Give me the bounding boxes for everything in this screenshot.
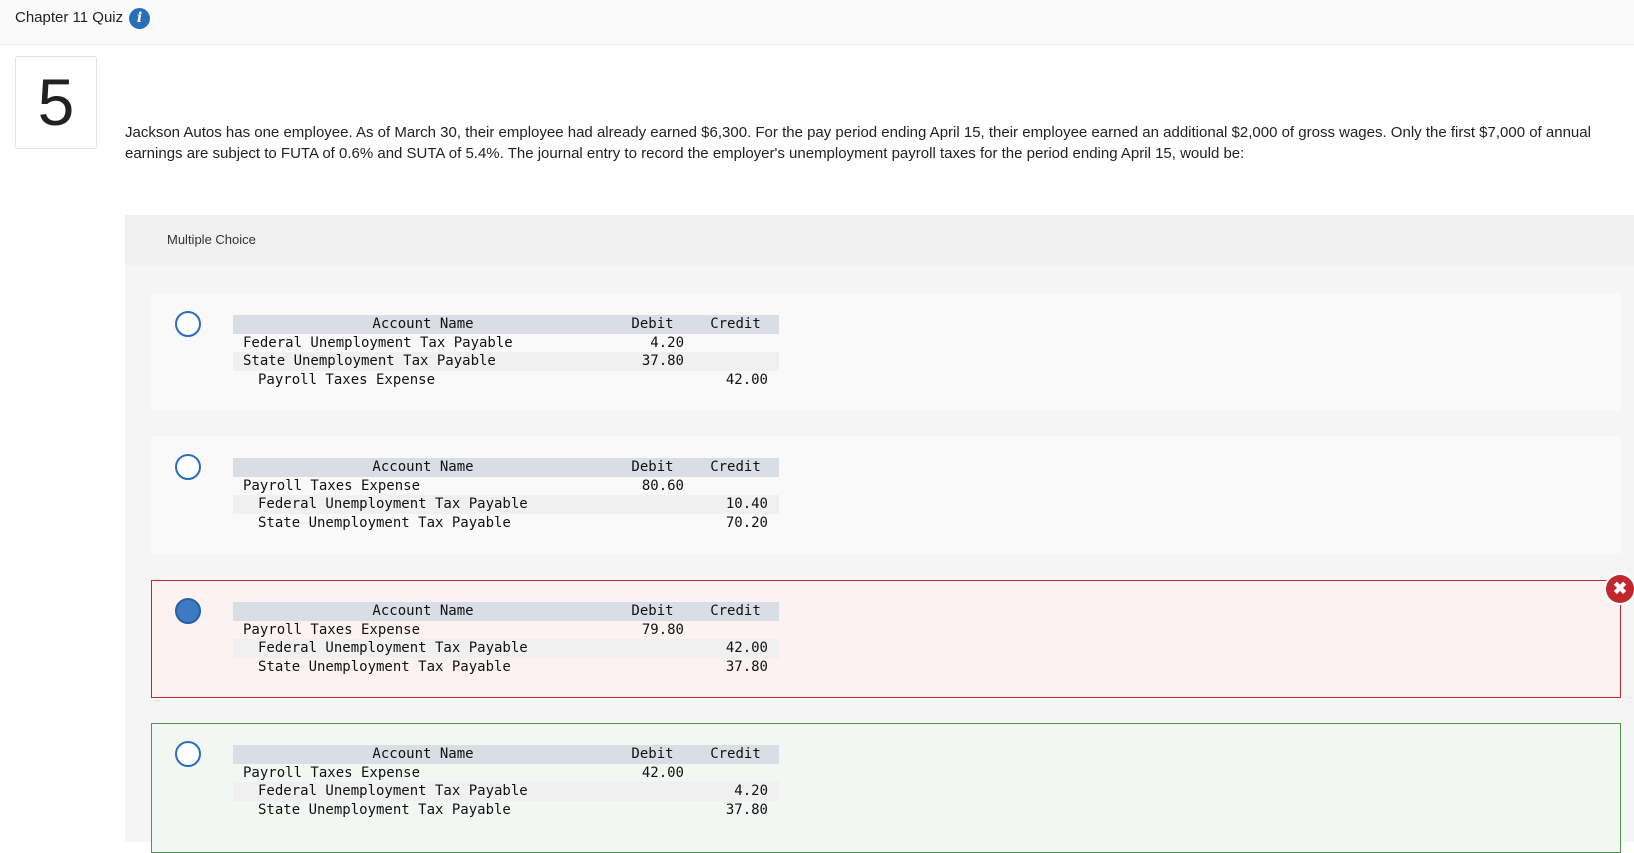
- column-header-credit: Credit: [692, 602, 779, 621]
- radio-button[interactable]: [175, 311, 201, 337]
- table-row: Federal Unemployment Tax Payable 4.20: [233, 334, 779, 353]
- debit-value: [613, 371, 692, 390]
- debit-value: [613, 658, 692, 677]
- account-name: State Unemployment Tax Payable: [258, 658, 511, 675]
- account-name: Payroll Taxes Expense: [243, 621, 421, 638]
- credit-value: 4.20: [692, 782, 779, 801]
- account-name: State Unemployment Tax Payable: [233, 352, 613, 371]
- debit-value: [613, 495, 692, 514]
- journal-entry-table: Account Name Debit Credit Payroll Taxes …: [233, 602, 779, 676]
- table-row: State Unemployment Tax Payable 70.20: [233, 514, 779, 533]
- journal-entry-table: Account Name Debit Credit Payroll Taxes …: [233, 745, 779, 819]
- answer-option-3[interactable]: Account Name Debit Credit Payroll Taxes …: [151, 580, 1621, 698]
- debit-value: 80.60: [641, 477, 684, 494]
- table-header-row: Account Name Debit Credit: [233, 315, 779, 334]
- credit-value: 10.40: [692, 495, 779, 514]
- column-header-account: Account Name: [233, 315, 613, 334]
- column-header-credit: Credit: [692, 315, 779, 334]
- column-header-account: Account Name: [233, 458, 613, 477]
- account-name: Federal Unemployment Tax Payable: [233, 495, 613, 514]
- table-row: Payroll Taxes Expense 80.60: [233, 477, 779, 496]
- credit-value: 70.20: [725, 514, 768, 531]
- table-row: Payroll Taxes Expense 42.00: [233, 371, 779, 390]
- debit-value: 79.80: [641, 621, 684, 638]
- column-header-account: Account Name: [233, 745, 613, 764]
- table-row: Federal Unemployment Tax Payable 10.40: [233, 495, 779, 514]
- table-row: State Unemployment Tax Payable 37.80: [233, 658, 779, 677]
- debit-value: [613, 639, 692, 658]
- answer-type-header: Multiple Choice: [125, 215, 1634, 265]
- answer-type-label: Multiple Choice: [167, 232, 256, 247]
- table-header-row: Account Name Debit Credit: [233, 602, 779, 621]
- account-name: Federal Unemployment Tax Payable: [243, 334, 513, 351]
- journal-entry-table: Account Name Debit Credit Federal Unempl…: [233, 315, 779, 389]
- account-name: Payroll Taxes Expense: [258, 371, 436, 388]
- table-row: Payroll Taxes Expense 42.00: [233, 764, 779, 783]
- credit-value: [692, 477, 779, 496]
- debit-value: [613, 514, 692, 533]
- column-header-debit: Debit: [613, 602, 692, 621]
- table-row: Payroll Taxes Expense 79.80: [233, 621, 779, 640]
- column-header-account: Account Name: [233, 602, 613, 621]
- question-text: Jackson Autos has one employee. As of Ma…: [125, 124, 1591, 162]
- debit-value: [613, 782, 692, 801]
- table-row: State Unemployment Tax Payable 37.80: [233, 352, 779, 371]
- table-header-row: Account Name Debit Credit: [233, 458, 779, 477]
- credit-value: 42.00: [692, 639, 779, 658]
- table-header-row: Account Name Debit Credit: [233, 745, 779, 764]
- close-icon: ✖: [1606, 575, 1634, 603]
- account-name: Payroll Taxes Expense: [243, 477, 421, 494]
- quiz-title: Chapter 11 Quiz: [15, 9, 124, 26]
- credit-value: 37.80: [725, 658, 768, 675]
- info-icon[interactable]: i: [129, 8, 150, 29]
- account-name: Payroll Taxes Expense: [243, 764, 421, 781]
- column-header-debit: Debit: [613, 315, 692, 334]
- answer-option-1[interactable]: Account Name Debit Credit Federal Unempl…: [151, 293, 1621, 411]
- credit-value: 37.80: [725, 801, 768, 818]
- table-row: Federal Unemployment Tax Payable 42.00: [233, 639, 779, 658]
- credit-value: 42.00: [725, 371, 768, 388]
- radio-button-selected[interactable]: [175, 598, 201, 624]
- debit-value: 37.80: [613, 352, 692, 371]
- account-name: State Unemployment Tax Payable: [258, 514, 511, 531]
- table-row: State Unemployment Tax Payable 37.80: [233, 801, 779, 820]
- debit-value: [613, 801, 692, 820]
- answer-option-2[interactable]: Account Name Debit Credit Payroll Taxes …: [151, 436, 1621, 554]
- journal-entry-table: Account Name Debit Credit Payroll Taxes …: [233, 458, 779, 532]
- table-row: Federal Unemployment Tax Payable 4.20: [233, 782, 779, 801]
- question-number: 5: [15, 56, 97, 149]
- quiz-header: Chapter 11 Quiz i: [0, 0, 1634, 45]
- column-header-debit: Debit: [613, 745, 692, 764]
- account-name: Federal Unemployment Tax Payable: [233, 782, 613, 801]
- credit-value: [692, 334, 779, 353]
- credit-value: [692, 352, 779, 371]
- radio-button[interactable]: [175, 454, 201, 480]
- answer-option-4[interactable]: Account Name Debit Credit Payroll Taxes …: [151, 723, 1621, 853]
- column-header-credit: Credit: [692, 458, 779, 477]
- debit-value: 42.00: [641, 764, 684, 781]
- column-header-debit: Debit: [613, 458, 692, 477]
- account-name: State Unemployment Tax Payable: [258, 801, 511, 818]
- column-header-credit: Credit: [692, 745, 779, 764]
- credit-value: [692, 621, 779, 640]
- account-name: Federal Unemployment Tax Payable: [233, 639, 613, 658]
- radio-button[interactable]: [175, 741, 201, 767]
- debit-value: 4.20: [650, 334, 684, 351]
- credit-value: [692, 764, 779, 783]
